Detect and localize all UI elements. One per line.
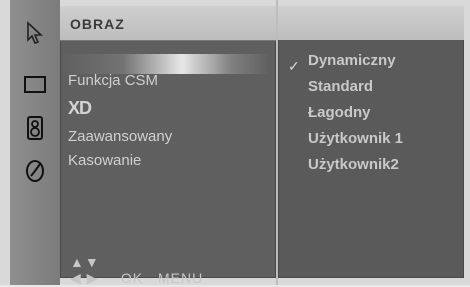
arrow-keys-hint: ▲▼ ◀ ▶: [70, 254, 100, 286]
submenu-item-label: Standard: [308, 78, 374, 95]
ok-button-hint: OK: [120, 270, 144, 286]
menu-button-hint: MENU: [158, 270, 204, 286]
submenu-item-label: Użytkownik 1: [308, 130, 404, 147]
submenu-panel: ✓ Dynamiczny Standard Łagodny Użytkownik…: [278, 6, 464, 278]
submenu-item-lagodny[interactable]: Łagodny: [308, 104, 371, 121]
submenu-item-label: Użytkownik2: [308, 156, 399, 173]
main-menu-panel: OBRAZ Funkcja CSM XD Zaawansowany Kasowa…: [60, 6, 276, 286]
menu-title-bar: OBRAZ: [60, 6, 276, 41]
menu-item-kasowanie[interactable]: Kasowanie: [68, 152, 141, 169]
menu-item-xd[interactable]: XD: [68, 98, 92, 119]
selected-item-highlight: [60, 54, 270, 74]
menu-item-label: Kasowanie: [68, 152, 142, 169]
menu-item-zaawansowany[interactable]: Zaawansowany: [68, 128, 172, 145]
menu-frame: OBRAZ Funkcja CSM XD Zaawansowany Kasowa…: [0, 0, 470, 286]
menu-item-label: Funkcja CSM: [68, 72, 159, 89]
menu-item-label: Zaawansowany: [68, 128, 173, 145]
left-icon-rail: [10, 0, 60, 285]
submenu-item-uzytkownik-1[interactable]: Użytkownik 1: [308, 130, 403, 147]
submenu-item-uzytkownik2[interactable]: Użytkownik2: [308, 156, 399, 173]
submenu-item-standard[interactable]: Standard: [308, 78, 373, 95]
submenu-item-label: Dynamiczny: [308, 52, 396, 69]
menu-item-label: XD: [68, 98, 92, 118]
clock-icon[interactable]: [22, 158, 48, 184]
submenu-item-label: Łagodny: [308, 104, 371, 121]
speaker-icon[interactable]: [22, 115, 48, 141]
screen-icon[interactable]: [22, 72, 48, 98]
navigation-hint: ▲▼ ◀ ▶ OK MENU: [70, 254, 270, 286]
cursor-icon[interactable]: [22, 20, 48, 46]
check-icon: ✓: [288, 58, 300, 74]
submenu-item-dynamiczny[interactable]: Dynamiczny: [308, 52, 396, 69]
menu-item-funkcja-csm[interactable]: Funkcja CSM: [68, 72, 158, 89]
menu-title: OBRAZ: [70, 16, 125, 32]
submenu-header-space: [278, 6, 464, 40]
